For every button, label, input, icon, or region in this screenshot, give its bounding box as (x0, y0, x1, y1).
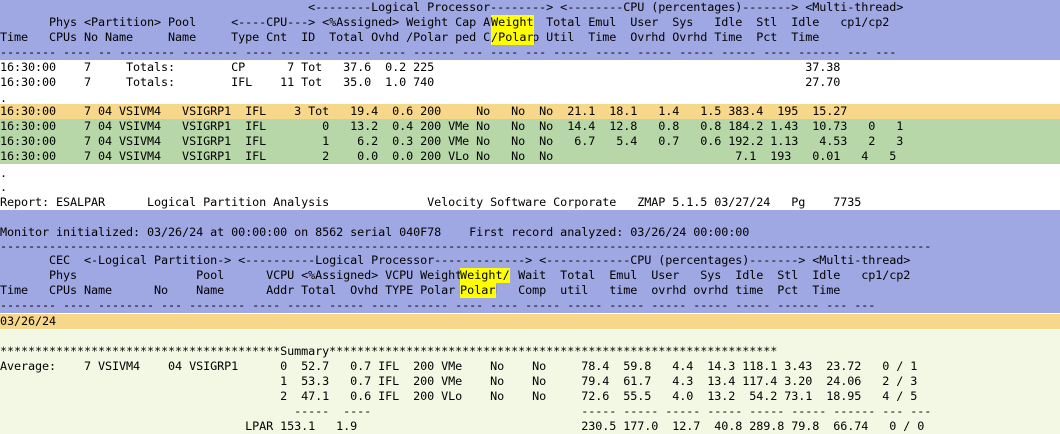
summary-section: ****************************************… (0, 330, 1060, 434)
header2-line-1: CEC <-Logical Partition-> <----------Log… (0, 253, 911, 267)
cpu-row-1[interactable]: 16:30:00 7 04 VSIVM4 VSIGRP1 IFL 1 6.2 0… (0, 134, 1060, 149)
totals-row-cp: 16:30:00 7 Totals: CP 7 Tot 37.6 0.2 225… (0, 60, 841, 74)
cpu-row-2[interactable]: 16:30:00 7 04 VSIVM4 VSIGRP1 IFL 2 0.0 0… (0, 149, 1060, 164)
header2-line-3: Time CPUs Name No Name Addr Total Ovhd T… (0, 283, 918, 297)
totals-block: 16:30:00 7 Totals: CP 7 Tot 37.6 0.2 225… (0, 60, 1060, 90)
header2-line-2: Phys Pool VCPU <%Assigned> VCPU Weight/ … (0, 268, 911, 282)
ellipsis-dot: . (0, 166, 8, 180)
weight-highlight: Weight (491, 15, 534, 30)
summary-row-0[interactable]: Average: 7 VSIVM4 04 VSIGRP1 0 52.7 0.7 … (0, 359, 1060, 374)
header2-dash-top: ----------------------------------------… (0, 239, 932, 253)
ellipsis-dot: . (0, 180, 8, 194)
header2-dash-line: -------- ---- -------- --- -------- ----… (0, 298, 876, 312)
summary-row-1[interactable]: 1 53.3 0.7 IFL 200 VMe No No 79.4 61.7 4… (0, 374, 1060, 389)
report-title-line: Report: ESALPAR Logical Partition Analys… (0, 195, 862, 209)
totals-row-ifl: 16:30:00 7 Totals: IFL 11 Tot 35.0 1.0 7… (0, 75, 841, 89)
monitor-info-line: Monitor initialized: 03/26/24 at 00:00:0… (0, 225, 750, 239)
report-window: <--------Logical Processor--------> <---… (0, 0, 1060, 434)
column-header-block-2: ----------------------------------------… (0, 239, 1060, 313)
header-title-line: <--------Logical Processor--------> <---… (0, 0, 904, 14)
summary-banner: ****************************************… (0, 344, 778, 358)
summary-lpar-total[interactable]: LPAR 153.1 1.9 230.5 177.0 12.7 40.8 289… (0, 419, 1060, 434)
summary-dash-row: ----- ---- ----- ----- ----- ----- -----… (0, 404, 932, 418)
column-header-block: <--------Logical Processor--------> <---… (0, 0, 1060, 60)
polar2-highlight: Polar (460, 283, 496, 298)
header-dash-line: -------- ---- -- -------- -------- ---- … (0, 45, 897, 59)
weight2-highlight: Weight/ (460, 268, 510, 283)
lpar-summary-row[interactable]: 16:30:00 7 04 VSIVM4 VSIGRP1 IFL 3 Tot 1… (0, 104, 1060, 119)
summary-row-2[interactable]: 2 47.1 0.6 IFL 200 VLo No No 72.6 55.5 4… (0, 389, 1060, 404)
cpu-row-0[interactable]: 16:30:00 7 04 VSIVM4 VSIGRP1 IFL 0 13.2 … (0, 119, 1060, 134)
date-row: 03/26/24 (0, 314, 1060, 329)
polar-highlight: /Polar (491, 30, 534, 45)
